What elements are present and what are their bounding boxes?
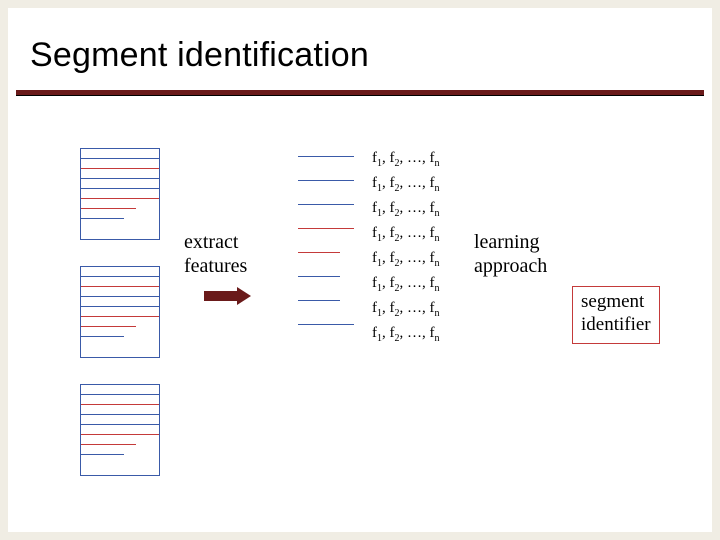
doc-box-2: [80, 266, 160, 358]
learning-line1: learning: [474, 231, 540, 253]
doc-line: [81, 188, 159, 189]
doc-line: [81, 326, 136, 327]
doc-line: [81, 286, 159, 287]
doc-line: [81, 306, 159, 307]
doc-line: [81, 444, 136, 445]
segment-line: [298, 180, 354, 181]
doc-box-1: [80, 148, 160, 240]
feature-vector-row: f1, f2, …, fn: [372, 221, 440, 246]
segments-column: [298, 156, 354, 348]
doc-line: [81, 336, 124, 337]
doc-line: [81, 404, 159, 405]
feature-vector-column: f1, f2, …, fnf1, f2, …, fnf1, f2, …, fnf…: [372, 146, 440, 346]
doc-line: [81, 424, 159, 425]
segment-identifier-box: segment identifier: [572, 286, 660, 344]
doc-line: [81, 394, 159, 395]
feature-vector-row: f1, f2, …, fn: [372, 321, 440, 346]
segment-line: [298, 300, 340, 301]
segid-line1: segment: [581, 291, 644, 312]
feature-vector-row: f1, f2, …, fn: [372, 146, 440, 171]
segment-line: [298, 228, 354, 229]
doc-box-3: [80, 384, 160, 476]
segment-line: [298, 156, 354, 157]
extract-features-label: extract features: [184, 230, 247, 278]
slide-title: Segment identification: [30, 36, 369, 75]
feature-vector-row: f1, f2, …, fn: [372, 246, 440, 271]
doc-line: [81, 158, 159, 159]
segment-line: [298, 276, 340, 277]
doc-line: [81, 208, 136, 209]
learning-line2: approach: [474, 255, 547, 277]
doc-line: [81, 218, 124, 219]
extract-line1: extract: [184, 231, 238, 253]
feature-vector-row: f1, f2, …, fn: [372, 271, 440, 296]
feature-vector-row: f1, f2, …, fn: [372, 196, 440, 221]
doc-line: [81, 316, 159, 317]
feature-vector-row: f1, f2, …, fn: [372, 296, 440, 321]
title-underline: [16, 90, 704, 96]
learning-approach-label: learning approach: [474, 230, 547, 278]
segment-line: [298, 204, 354, 205]
doc-line: [81, 414, 159, 415]
segment-line: [298, 324, 354, 325]
doc-line: [81, 276, 159, 277]
doc-line: [81, 296, 159, 297]
doc-line: [81, 198, 159, 199]
slide-area: Segment identification extract features …: [8, 8, 712, 532]
segment-line: [298, 252, 340, 253]
arrow-icon: [204, 288, 252, 304]
extract-line2: features: [184, 255, 247, 277]
doc-line: [81, 434, 159, 435]
segid-line2: identifier: [581, 314, 651, 335]
feature-vector-row: f1, f2, …, fn: [372, 171, 440, 196]
doc-line: [81, 454, 124, 455]
doc-line: [81, 168, 159, 169]
doc-line: [81, 178, 159, 179]
